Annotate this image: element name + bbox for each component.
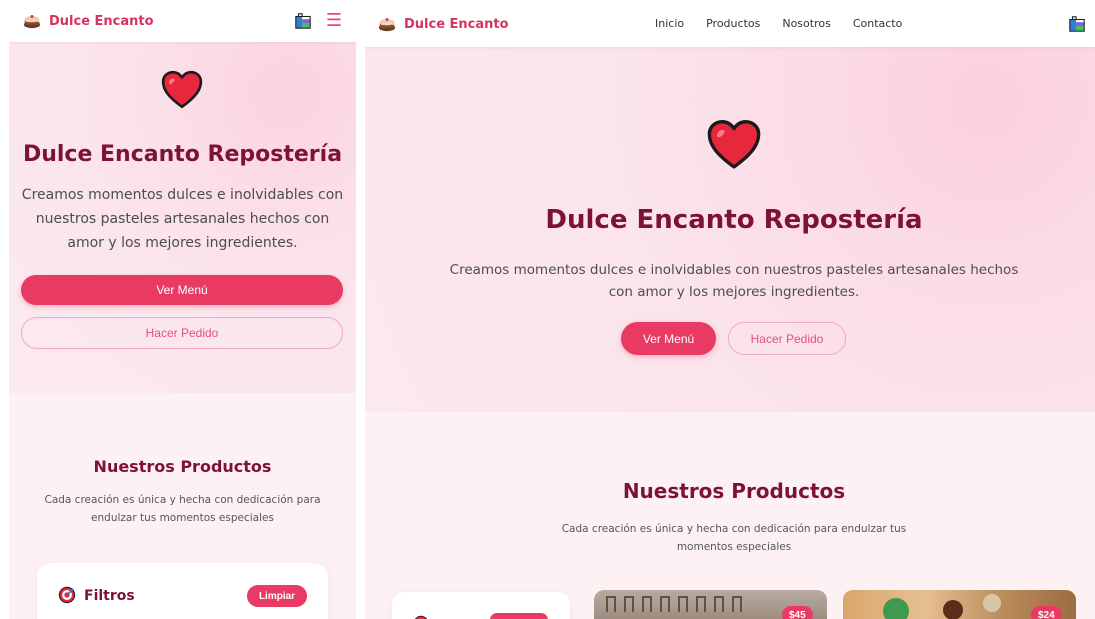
- target-icon: [414, 615, 428, 619]
- desktop-view: Dulce Encanto Inicio Productos Nosotros …: [365, 0, 1095, 619]
- hacer-pedido-button[interactable]: Hacer Pedido: [728, 322, 846, 355]
- product-image-detail: [642, 596, 652, 612]
- brand-name: Dulce Encanto: [49, 13, 154, 29]
- product-image-detail: [714, 596, 724, 612]
- hacer-pedido-button[interactable]: Hacer Pedido: [21, 317, 343, 349]
- product-image-detail: [883, 598, 909, 619]
- mobile-view: Dulce Encanto ☰ Dulce Encanto Repostería…: [9, 0, 356, 619]
- mobile-navbar: Dulce Encanto ☰: [9, 0, 356, 42]
- clear-filters-button[interactable]: Limpiar: [247, 585, 307, 607]
- product-image-detail: [696, 596, 706, 612]
- product-image-detail: [983, 594, 1001, 612]
- ver-menu-button[interactable]: Ver Menú: [621, 322, 716, 355]
- hero-title: Dulce Encanto Repostería: [22, 142, 343, 167]
- heart-icon: [707, 120, 761, 169]
- products-subtitle: Cada creación es única y hecha con dedic…: [44, 494, 321, 524]
- product-image-detail: [678, 596, 688, 612]
- cake-icon: [378, 18, 396, 32]
- price-badge: $45: [782, 606, 813, 619]
- product-image-detail: [732, 596, 742, 612]
- nav-link-contacto[interactable]: Contacto: [853, 17, 903, 30]
- nav-links: Inicio Productos Nosotros Contacto: [655, 17, 902, 30]
- filters-panel: [392, 592, 570, 619]
- product-image-detail: [943, 600, 963, 619]
- nav-link-inicio[interactable]: Inicio: [655, 17, 684, 30]
- products-title: Nuestros Productos: [93, 457, 272, 476]
- product-image-detail: [660, 596, 670, 612]
- heart-icon: [161, 70, 203, 109]
- desktop-navbar: Dulce Encanto Inicio Productos Nosotros …: [365, 0, 1095, 47]
- hero-description: Creamos momentos dulces e inolvidables c…: [21, 187, 344, 251]
- hero-section: Dulce Encanto Repostería Creamos momento…: [9, 42, 356, 393]
- hero-section: Dulce Encanto Repostería Creamos momento…: [365, 47, 1095, 412]
- brand-logo[interactable]: Dulce Encanto: [378, 15, 509, 33]
- products-title: Nuestros Productos: [622, 479, 846, 503]
- nav-link-productos[interactable]: Productos: [706, 17, 760, 30]
- filters-panel: Filtros Limpiar: [37, 563, 328, 619]
- hero-description: Creamos momentos dulces e inolvidables c…: [449, 262, 1019, 300]
- cake-icon: [23, 15, 41, 29]
- brand-name: Dulce Encanto: [404, 16, 509, 32]
- target-icon: [58, 586, 76, 604]
- brand-logo[interactable]: Dulce Encanto: [23, 12, 154, 30]
- ver-menu-button[interactable]: Ver Menú: [21, 275, 343, 305]
- nav-link-nosotros[interactable]: Nosotros: [782, 17, 830, 30]
- shopping-bag-icon[interactable]: [1068, 15, 1086, 33]
- products-section: Nuestros Productos Cada creación es únic…: [365, 412, 1095, 619]
- product-image-detail: [624, 596, 634, 612]
- price-badge: $24: [1031, 606, 1062, 619]
- products-subtitle: Cada creación es única y hecha con dedic…: [561, 523, 907, 553]
- hero-title: Dulce Encanto Repostería: [545, 205, 923, 235]
- hamburger-menu-icon[interactable]: ☰: [326, 12, 342, 30]
- products-section: Nuestros Productos Cada creación es únic…: [9, 393, 356, 619]
- shopping-bag-icon[interactable]: [294, 12, 312, 30]
- product-card[interactable]: $24: [843, 590, 1076, 619]
- product-image-detail: [606, 596, 616, 612]
- clear-filters-button[interactable]: [490, 613, 548, 619]
- filters-title: Filtros: [84, 588, 135, 604]
- product-card[interactable]: $45: [594, 590, 827, 619]
